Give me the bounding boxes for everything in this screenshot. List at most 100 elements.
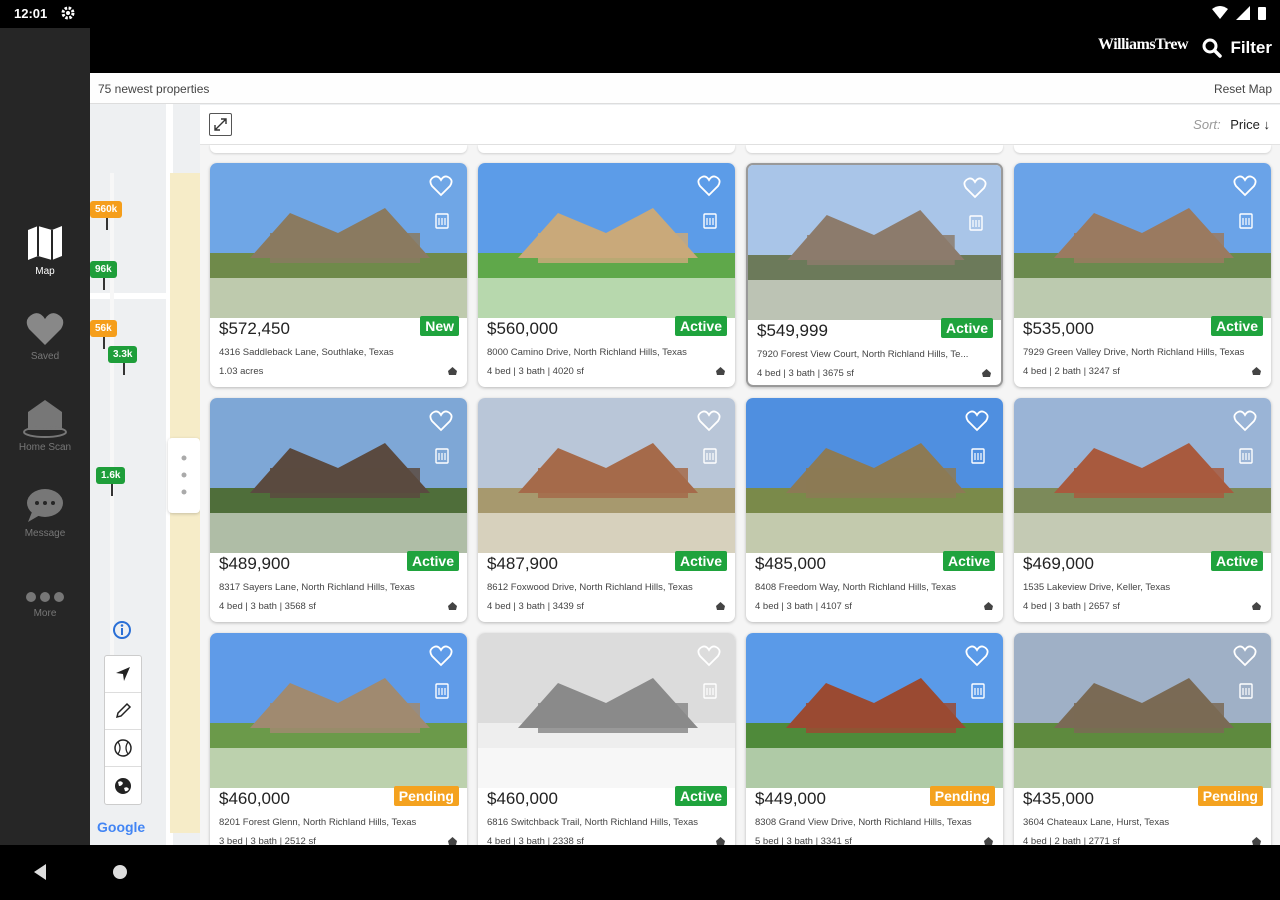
favorite-heart-icon[interactable]	[429, 175, 453, 197]
sort-control[interactable]: Sort: Price ↓	[1193, 117, 1270, 132]
favorite-heart-icon[interactable]	[429, 645, 453, 667]
listing-price: $460,000	[219, 789, 290, 808]
trash-icon[interactable]	[1239, 213, 1253, 229]
favorite-heart-icon[interactable]	[1233, 410, 1257, 432]
favorite-heart-icon[interactable]	[965, 645, 989, 667]
listing-price: $487,900	[487, 554, 558, 573]
message-icon	[27, 489, 63, 522]
listing-details: 5 bed | 3 bath | 3341 sf	[755, 836, 852, 845]
listing-details: 4 bed | 3 bath | 2338 sf	[487, 836, 584, 845]
brokerage-icon	[716, 367, 725, 375]
brand-logo[interactable]: WilliamsTrew	[1098, 36, 1189, 61]
app-header: WilliamsTrew Filter	[90, 28, 1280, 73]
trash-icon[interactable]	[435, 683, 449, 699]
listing-card[interactable]: $489,900 Active 8317 Sayers Lane, North Ri…	[210, 398, 467, 622]
favorite-heart-icon[interactable]	[1233, 645, 1257, 667]
favorite-heart-icon[interactable]	[697, 645, 721, 667]
sidebar-item-more[interactable]: More	[0, 590, 90, 619]
trash-icon[interactable]	[703, 683, 717, 699]
favorite-heart-icon[interactable]	[697, 175, 721, 197]
status-time: 12:01	[14, 6, 48, 21]
brokerage-icon	[1252, 837, 1261, 845]
listing-card[interactable]: $487,900 Active 8612 Foxwood Drive, North …	[478, 398, 735, 622]
map-pin[interactable]: 96k	[90, 261, 117, 290]
listing-details: 4 bed | 3 bath | 3439 sf	[487, 601, 584, 612]
info-icon[interactable]	[112, 620, 132, 640]
favorite-heart-icon[interactable]	[965, 410, 989, 432]
wifi-icon	[1212, 6, 1228, 19]
map-pin[interactable]: 3.3k	[108, 346, 138, 375]
listing-card[interactable]: $435,000 Pending 3604 Chateaux Lane, Hurst…	[1014, 633, 1271, 845]
map-pin[interactable]: 56k	[90, 320, 117, 349]
sidebar: Map Saved Home Scan Message More	[0, 28, 90, 845]
previous-row-card	[1014, 145, 1271, 153]
school-layer-button[interactable]	[105, 730, 141, 767]
sidebar-item-message[interactable]: Message	[0, 488, 90, 539]
favorite-heart-icon[interactable]	[697, 410, 721, 432]
listing-card[interactable]: $449,000 Pending 8308 Grand View Drive, No…	[746, 633, 1003, 845]
status-badge: Active	[406, 551, 459, 571]
listing-card[interactable]: $572,450 New 4316 Saddleback Lane, Southla…	[210, 163, 467, 387]
listing-card[interactable]: $549,999 Active 7920 Forest View Court, No…	[746, 163, 1003, 387]
listing-details: 4 bed | 3 bath | 3675 sf	[757, 368, 854, 379]
satellite-button[interactable]	[105, 767, 141, 804]
trash-icon[interactable]	[1239, 448, 1253, 464]
brokerage-icon	[1252, 602, 1261, 610]
expand-button[interactable]	[209, 113, 232, 136]
brokerage-icon	[448, 367, 457, 375]
listing-details: 4 bed | 3 bath | 4107 sf	[755, 601, 852, 612]
home-icon[interactable]	[112, 864, 128, 880]
map-pin[interactable]: 1.6k	[96, 467, 126, 496]
map-pin[interactable]: 560k	[90, 201, 123, 230]
sidebar-item-label: Message	[24, 528, 66, 539]
panel-drag-handle[interactable]	[168, 438, 200, 513]
home-scan-icon	[23, 400, 67, 438]
listing-address: 7920 Forest View Court, North Richland H…	[757, 349, 969, 360]
trash-icon[interactable]	[703, 448, 717, 464]
property-count: 75 newest properties	[98, 82, 210, 96]
trash-icon[interactable]	[435, 448, 449, 464]
status-badge: Active	[1210, 551, 1263, 571]
listing-card[interactable]: $535,000 Active 7929 Green Valley Drive, N…	[1014, 163, 1271, 387]
battery-icon	[1258, 7, 1266, 20]
sidebar-item-label: Home Scan	[18, 442, 72, 453]
listing-card[interactable]: $460,000 Pending 8201 Forest Glenn, North …	[210, 633, 467, 845]
favorite-heart-icon[interactable]	[1233, 175, 1257, 197]
sidebar-item-saved[interactable]: Saved	[0, 311, 90, 362]
trash-icon[interactable]	[971, 448, 985, 464]
previous-row-card	[746, 145, 1003, 153]
listing-card[interactable]: $485,000 Active 8408 Freedom Way, North Ri…	[746, 398, 1003, 622]
listing-price: $449,000	[755, 789, 826, 808]
favorite-heart-icon[interactable]	[963, 177, 987, 199]
listing-address: 8308 Grand View Drive, North Richland Hi…	[755, 817, 972, 828]
trash-icon[interactable]	[703, 213, 717, 229]
trash-icon[interactable]	[969, 215, 983, 231]
listing-card[interactable]: $560,000 Active 8000 Camino Drive, North R…	[478, 163, 735, 387]
reset-map-button[interactable]: Reset Map	[1214, 82, 1272, 96]
favorite-heart-icon[interactable]	[429, 410, 453, 432]
listing-address: 8317 Sayers Lane, North Richland Hills, …	[219, 582, 415, 593]
listing-details: 3 bed | 3 bath | 2512 sf	[219, 836, 316, 845]
trash-icon[interactable]	[1239, 683, 1253, 699]
signal-icon	[1236, 6, 1250, 20]
previous-row-card	[478, 145, 735, 153]
sidebar-item-home-scan[interactable]: Home Scan	[0, 398, 90, 453]
sidebar-item-map[interactable]: Map	[0, 224, 90, 277]
status-badge: Active	[674, 316, 727, 336]
trash-icon[interactable]	[435, 213, 449, 229]
sidebar-item-label: More	[33, 608, 57, 619]
listing-card[interactable]: $460,000 Active 6816 Switchback Trail, Nor…	[478, 633, 735, 845]
locate-button[interactable]	[105, 656, 141, 693]
logo-tagline	[1098, 56, 1188, 61]
listing-price: $489,900	[219, 554, 290, 573]
listing-panel: Sort: Price ↓ $572,450 New 4316 Saddleback…	[200, 105, 1280, 845]
draw-button[interactable]	[105, 693, 141, 730]
trash-icon[interactable]	[971, 683, 985, 699]
baseball-icon	[114, 739, 132, 757]
status-badge: Active	[940, 318, 993, 338]
search-icon	[1202, 38, 1223, 58]
back-icon[interactable]	[32, 863, 48, 881]
filter-button[interactable]: Filter	[1202, 38, 1272, 58]
listing-price: $469,000	[1023, 554, 1094, 573]
listing-card[interactable]: $469,000 Active 1535 Lakeview Drive, Kelle…	[1014, 398, 1271, 622]
